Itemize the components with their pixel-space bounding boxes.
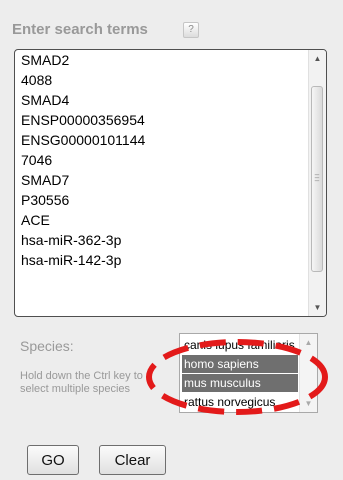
go-button[interactable]: GO <box>27 445 79 475</box>
annotation-overlay <box>146 339 328 415</box>
red-dashed-ellipse-annotation <box>146 339 328 415</box>
clear-button[interactable]: Clear <box>99 445 166 475</box>
